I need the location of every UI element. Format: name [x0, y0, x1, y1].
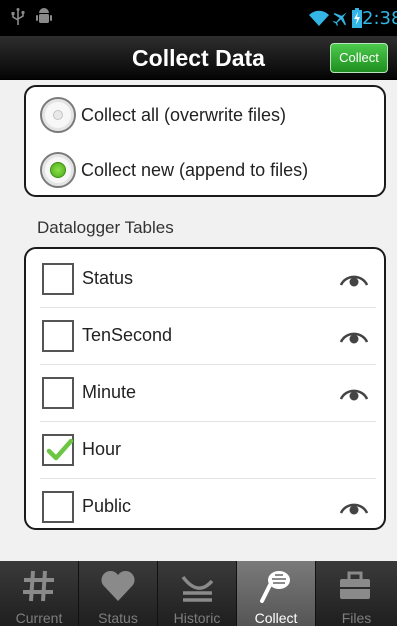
table-row: Status — [40, 251, 376, 308]
tab-files[interactable]: Files — [316, 561, 397, 626]
eye-icon[interactable] — [340, 499, 368, 515]
datalogger-tables-list: Status TenSecond Minute Hour Public — [24, 247, 386, 530]
table-row: Minute — [40, 365, 376, 422]
section-heading: Datalogger Tables — [37, 218, 174, 237]
usb-icon — [11, 8, 25, 25]
collect-all-label: Collect all (overwrite files) — [81, 104, 287, 125]
eye-icon[interactable] — [340, 328, 368, 344]
table-name: Status — [82, 268, 134, 288]
table-name: TenSecond — [82, 325, 173, 345]
collect-button[interactable]: Collect — [330, 43, 388, 73]
checkmark-icon — [46, 438, 74, 461]
battery-charging-icon — [352, 8, 362, 28]
eye-icon[interactable] — [340, 385, 368, 401]
collect-net-icon — [260, 571, 290, 603]
collect-mode-group: Collect all (overwrite files) Collect ne… — [24, 85, 386, 197]
tab-status[interactable]: Status — [79, 561, 158, 626]
tab-collect[interactable]: Collect — [237, 561, 316, 626]
hash-icon — [23, 570, 54, 602]
table-row: TenSecond — [40, 308, 376, 365]
historic-chart-icon — [181, 575, 214, 602]
tab-label: Historic — [173, 610, 221, 626]
airplane-icon — [332, 12, 347, 27]
collect-new-radio[interactable] — [40, 152, 76, 188]
table-checkbox[interactable] — [42, 320, 74, 352]
table-checkbox[interactable] — [42, 434, 74, 466]
table-row: Hour — [40, 422, 376, 479]
tab-current[interactable]: Current — [0, 561, 79, 626]
bottom-tab-bar: Current Status Historic Collect Files — [0, 561, 397, 626]
collect-all-option[interactable]: Collect all (overwrite files) — [40, 95, 286, 135]
collect-all-radio[interactable] — [40, 97, 76, 133]
table-checkbox[interactable] — [42, 377, 74, 409]
table-checkbox[interactable] — [42, 491, 74, 523]
wifi-icon — [309, 10, 329, 26]
tab-label: Files — [341, 610, 372, 626]
collect-new-option[interactable]: Collect new (append to files) — [40, 150, 308, 190]
clock: 2:38 — [362, 8, 397, 29]
table-name: Hour — [82, 439, 122, 459]
tab-historic[interactable]: Historic — [158, 561, 237, 626]
android-debug-icon — [36, 8, 52, 23]
tab-label: Status — [98, 610, 138, 626]
table-name: Public — [82, 496, 132, 516]
collect-new-label: Collect new (append to files) — [81, 159, 309, 180]
table-checkbox[interactable] — [42, 263, 74, 295]
heart-icon — [101, 570, 135, 601]
table-name: Minute — [82, 382, 137, 402]
status-bar: 2:38 — [0, 0, 397, 36]
tab-label: Collect — [254, 610, 298, 626]
tab-label: Current — [15, 610, 63, 626]
briefcase-icon — [340, 571, 370, 599]
eye-icon[interactable] — [340, 271, 368, 287]
table-row: Public — [40, 479, 376, 536]
